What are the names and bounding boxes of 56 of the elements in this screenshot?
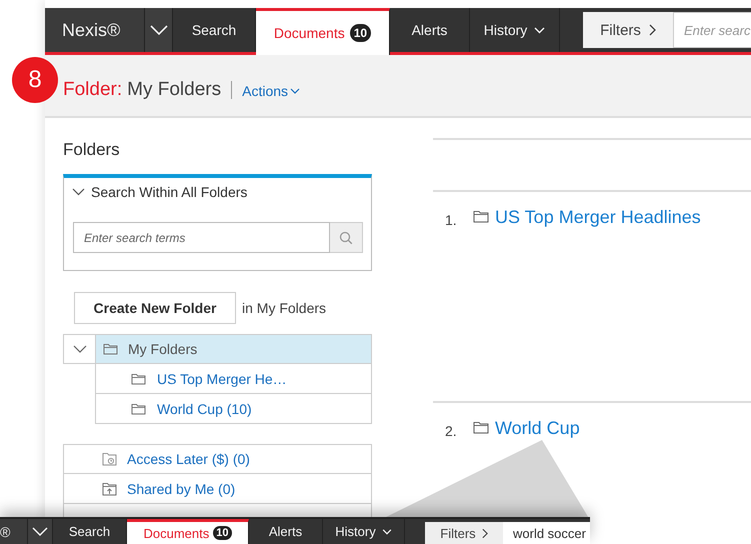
tree-toggle[interactable] [63, 334, 95, 364]
chevron-down-icon [72, 345, 86, 353]
actions-dropdown[interactable]: Actions [242, 83, 300, 99]
folder-icon [131, 372, 146, 384]
step-badge: 8 [12, 57, 58, 103]
folder-label: Folder: [63, 78, 122, 100]
nav-tab[interactable]: Documents 10 [127, 519, 249, 544]
folder-icon [473, 421, 489, 434]
search-field[interactable]: Enter searc [673, 12, 751, 48]
folder-link[interactable]: Access Later ($) (0) [127, 451, 250, 467]
section-toggle[interactable]: Search Within All Folders [64, 178, 256, 206]
folder-icon [131, 402, 146, 414]
nav-tab[interactable]: Search [53, 519, 127, 544]
folder-list-item[interactable]: Shared by Me (0) [63, 474, 372, 504]
folder-name: My Folders [128, 341, 198, 357]
nav-tab[interactable]: History [323, 519, 405, 544]
filters-button[interactable]: Filters [583, 12, 673, 48]
chevron-down-icon [382, 528, 392, 534]
result-number: 2. [445, 423, 458, 439]
create-folder-button[interactable]: Create New Folder [74, 292, 236, 324]
tree-item[interactable]: US Top Merger He… [95, 364, 372, 394]
chevron-down-icon [534, 26, 546, 34]
menu-toggle-button[interactable] [145, 8, 173, 52]
chevron-down-icon [32, 527, 48, 536]
chevron-down-icon [290, 88, 300, 94]
chevron-right-icon [648, 24, 656, 36]
search-field[interactable]: world soccer [503, 522, 590, 544]
folder-link[interactable]: World Cup [495, 418, 580, 439]
folder-link[interactable]: World Cup (10) [157, 400, 252, 416]
tree-item[interactable]: World Cup (10) [95, 394, 372, 424]
folder-icon [473, 210, 489, 223]
logo[interactable]: Nexis® [45, 8, 145, 52]
search-icon [339, 230, 353, 244]
shared-folder-icon [102, 482, 117, 496]
create-location-text: in My Folders [242, 300, 326, 316]
logo[interactable]: ® [0, 519, 28, 544]
folder-link[interactable]: US Top Merger Headlines [495, 207, 701, 228]
panel-title: Folders [63, 140, 121, 161]
page-title: My Folders [127, 78, 222, 100]
filters-button[interactable]: Filters [425, 522, 503, 544]
folder-link[interactable]: US Top Merger He… [157, 370, 287, 386]
chevron-right-icon [482, 528, 488, 538]
folder-icon [103, 343, 118, 355]
clock-folder-icon [102, 452, 117, 466]
result-number: 1. [445, 212, 458, 228]
folder-link[interactable]: Shared by Me (0) [127, 480, 236, 496]
chevron-down-icon [72, 188, 85, 196]
folder-list-item[interactable]: Access Later ($) (0) [63, 444, 372, 474]
count-badge: 10 [350, 24, 372, 42]
search-field[interactable]: Enter search terms [73, 222, 330, 253]
count-badge: 10 [213, 526, 232, 540]
chevron-down-icon [150, 25, 168, 35]
tree-item[interactable]: My Folders [95, 334, 372, 364]
menu-toggle-button[interactable] [28, 519, 53, 544]
nav-tab[interactable]: Alerts [249, 519, 323, 544]
nav-tab[interactable]: Documents 10 [256, 8, 390, 55]
